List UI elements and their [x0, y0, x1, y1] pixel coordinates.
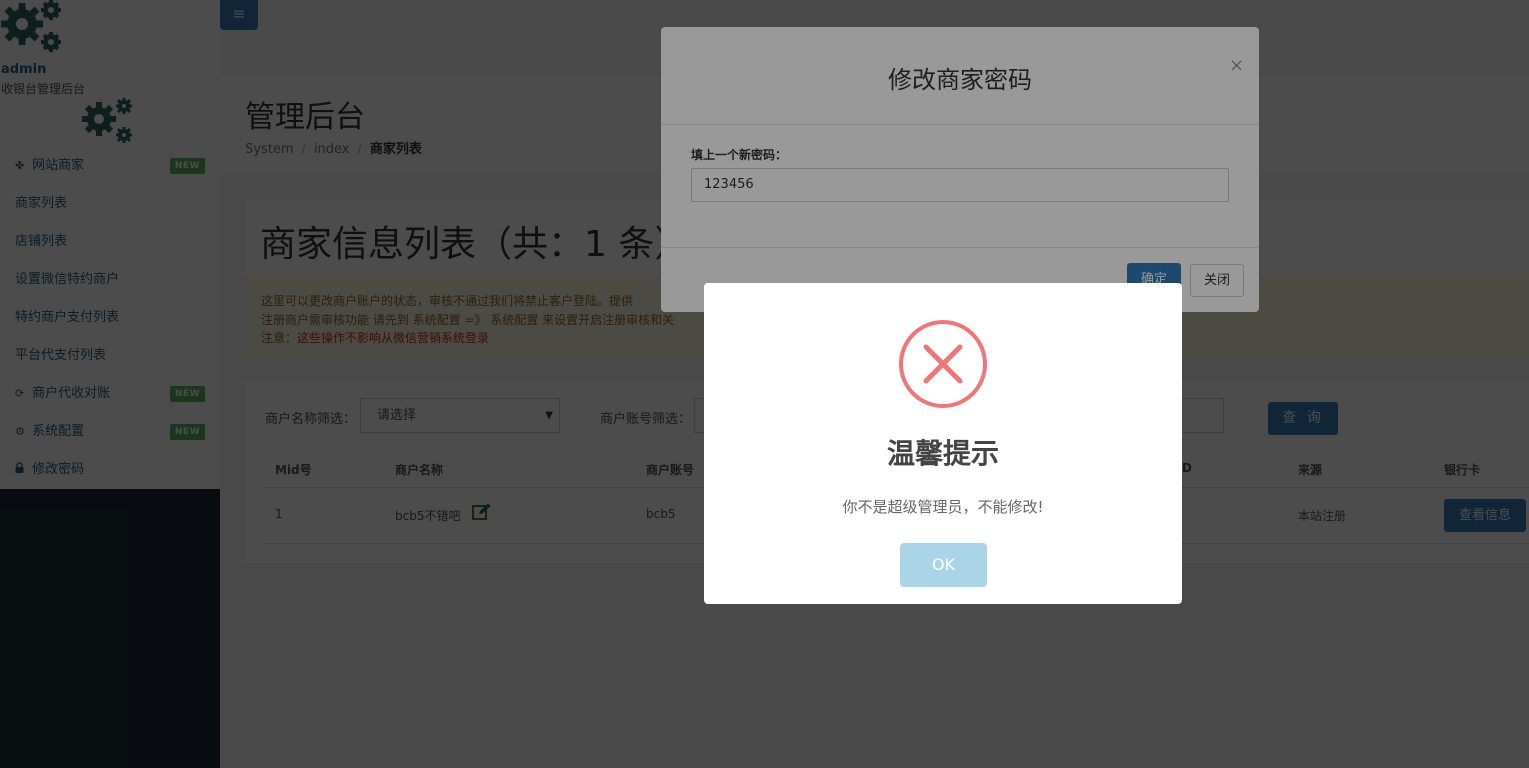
alert-message: 你不是超级管理员，不能修改!: [842, 498, 1044, 516]
ok-button[interactable]: OK: [900, 543, 987, 587]
alert-dialog: 温馨提示 你不是超级管理员，不能修改! OK: [704, 283, 1182, 604]
alert-title: 温馨提示: [886, 437, 999, 470]
error-x-icon: [899, 320, 987, 408]
